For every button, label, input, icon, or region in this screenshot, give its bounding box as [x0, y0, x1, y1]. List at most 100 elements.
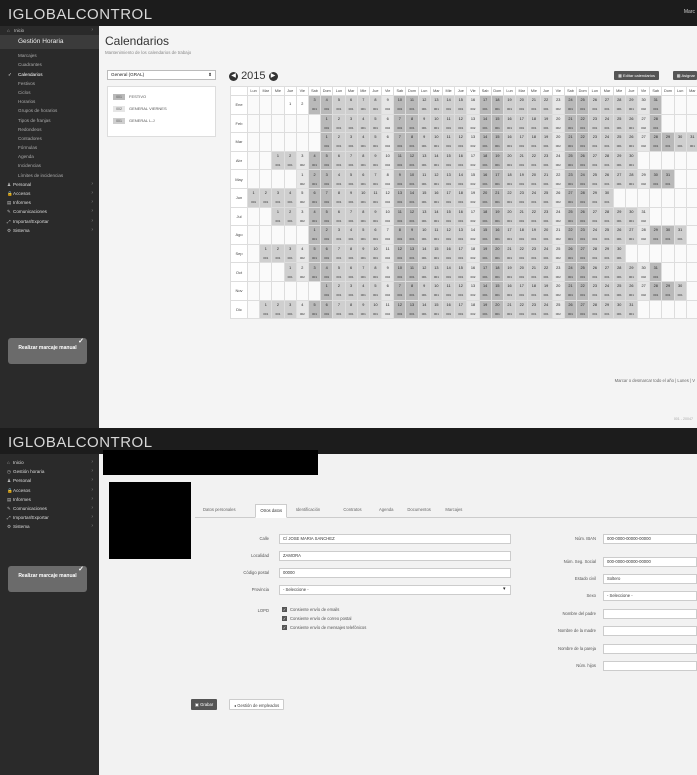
calendar-day-cell[interactable]: 14 001: [441, 95, 456, 115]
calendar-day-cell[interactable]: 4 001: [320, 262, 334, 282]
calendar-day-cell[interactable]: 29 001: [624, 95, 639, 115]
calendar-day-cell[interactable]: 5 001: [344, 169, 358, 189]
calendar-day-cell[interactable]: 25 001: [563, 150, 578, 171]
calendar-day-cell[interactable]: 20 001: [539, 225, 553, 245]
calendar-day-cell[interactable]: 27 001: [588, 206, 602, 227]
calendar-day-cell[interactable]: 21 001: [563, 280, 578, 301]
sidebar-section-5[interactable]: ⚙ Sistema ›: [0, 226, 99, 235]
calendar-day-cell[interactable]: 12 001: [417, 95, 431, 115]
calendar-day-cell[interactable]: 19 001: [490, 206, 504, 227]
calendar-day-cell[interactable]: 10 001: [393, 262, 407, 282]
calendar-day-cell[interactable]: 16 001: [441, 243, 456, 264]
calendar-day-cell[interactable]: 2 001: [332, 280, 346, 301]
calendar-day-cell[interactable]: 12 001: [429, 169, 444, 189]
calendar-day-cell[interactable]: 3 001: [320, 169, 334, 189]
calendar-day-cell[interactable]: 20 002: [551, 280, 565, 301]
calendar-day-cell[interactable]: 15 001: [454, 262, 468, 282]
calendar-day-cell[interactable]: 2 001: [271, 299, 285, 320]
calendar-day-cell[interactable]: 29 002: [636, 169, 651, 189]
legend-item[interactable]: 001 GENERAL L-J: [113, 117, 155, 125]
calendar-day-cell[interactable]: 16 001: [490, 225, 504, 245]
calendar-day-cell[interactable]: 21 001: [563, 132, 578, 152]
calendar-day-cell[interactable]: 8 001: [344, 243, 358, 264]
calendar-day-cell[interactable]: 13 002: [466, 280, 480, 301]
calendar-day-cell[interactable]: 5 001: [307, 299, 322, 320]
calendar-day-cell[interactable]: 19 001: [515, 169, 529, 189]
calendar-day-cell[interactable]: 23 001: [515, 187, 529, 208]
calendar-day-cell[interactable]: 13 001: [454, 225, 468, 245]
calendar-day-cell[interactable]: 1 001: [271, 206, 285, 227]
calendar-day-cell[interactable]: 30 002: [636, 262, 651, 282]
calendar-day-cell[interactable]: 11 001: [405, 95, 419, 115]
calendar-day-cell[interactable]: 22 001: [576, 280, 590, 301]
calendar-day-cell[interactable]: 30 001: [649, 169, 663, 189]
calendar-day-cell[interactable]: 15 001: [429, 243, 444, 264]
sidebar-item-8[interactable]: Redondeos: [0, 125, 99, 134]
field-input[interactable]: - Seleccione -: [279, 585, 511, 595]
calendar-day-cell[interactable]: 16 001: [441, 299, 456, 320]
calendar-day-cell[interactable]: 3 001: [283, 243, 297, 264]
calendar-day-cell[interactable]: 4 001: [356, 132, 370, 152]
calendar-day-cell[interactable]: 18 001: [490, 95, 504, 115]
calendar-day-cell[interactable]: 22 001: [576, 132, 590, 152]
calendar-day-cell[interactable]: 4 001: [307, 150, 322, 171]
calendar-day-cell[interactable]: 14 001: [429, 150, 444, 171]
calendar-day-cell[interactable]: 18 001: [527, 132, 541, 152]
calendar-day-cell[interactable]: 29 001: [600, 243, 614, 264]
calendar-day-cell[interactable]: 2: [295, 95, 309, 115]
lopd-checkbox[interactable]: ✓ Consiente envío de mensajes telefónicos: [282, 625, 366, 631]
calendar-day-cell[interactable]: 25 001: [563, 206, 578, 227]
calendar-day-cell[interactable]: 21 001: [539, 169, 553, 189]
calendar-day-cell[interactable]: 23 001: [588, 113, 602, 134]
calendar-day-cell[interactable]: 15 001: [490, 113, 504, 134]
calendar-day-cell[interactable]: 2 001: [259, 187, 273, 208]
calendar-day-cell[interactable]: 12 001: [417, 262, 431, 282]
calendar-day-cell[interactable]: 24 001: [600, 132, 614, 152]
sidebar-item-12[interactable]: Incidencias: [0, 161, 99, 170]
calendar-day-cell[interactable]: 17 001: [515, 113, 529, 134]
calendar-day-cell[interactable]: 24 001: [600, 280, 614, 301]
calendar-day-cell[interactable]: 16 001: [502, 132, 517, 152]
sidebar-item-4[interactable]: ▤ Informes ›: [0, 495, 99, 504]
calendar-day-cell[interactable]: 26 001: [624, 280, 639, 301]
calendar-day-cell[interactable]: 10 001: [356, 187, 370, 208]
calendar-day-cell[interactable]: 10 002: [381, 206, 395, 227]
calendar-day-cell[interactable]: 30 001: [624, 150, 639, 171]
calendar-day-cell[interactable]: 12 001: [405, 150, 419, 171]
calendar-day-cell[interactable]: 23 001: [563, 169, 578, 189]
calendar-day-cell[interactable]: 11 001: [393, 206, 407, 227]
calendar-day-cell[interactable]: 22 001: [515, 299, 529, 320]
sidebar-section-0[interactable]: ♟ Personal ›: [0, 180, 99, 189]
sidebar-item-1[interactable]: ◷ Gestión horaria ›: [0, 467, 99, 476]
calendar-day-cell[interactable]: 27 001: [624, 225, 639, 245]
calendar-day-cell[interactable]: 13 002: [466, 113, 480, 134]
calendar-day-cell[interactable]: 25 001: [612, 132, 626, 152]
calendar-day-cell[interactable]: 28 001: [588, 299, 602, 320]
sidebar-section-header[interactable]: Gestión Horaria: [0, 35, 99, 50]
calendar-day-cell[interactable]: 10 002: [381, 150, 395, 171]
calendar-day-cell[interactable]: 30 001: [673, 132, 687, 152]
calendar-day-cell[interactable]: 14 001: [478, 113, 492, 134]
calendar-day-cell[interactable]: 2 001: [332, 132, 346, 152]
calendar-day-cell[interactable]: 5 001: [320, 206, 334, 227]
calendar-day-cell[interactable]: 19 001: [502, 262, 517, 282]
calendar-day-cell[interactable]: 3 001: [344, 132, 358, 152]
field-input[interactable]: [603, 626, 697, 636]
calendar-day-cell[interactable]: 28 001: [649, 132, 663, 152]
sidebar-section-1[interactable]: 🔒Accesos ›: [0, 189, 99, 198]
calendar-day-cell[interactable]: 23 001: [527, 299, 541, 320]
calendar-day-cell[interactable]: 19 001: [539, 113, 553, 134]
calendar-day-cell[interactable]: 26 001: [600, 169, 614, 189]
calendar-day-cell[interactable]: 18 001: [478, 150, 492, 171]
calendar-day-cell[interactable]: 26 001: [576, 206, 590, 227]
calendar-day-cell[interactable]: 9 001: [417, 280, 431, 301]
calendar-day-cell[interactable]: 30 001: [661, 225, 675, 245]
calendar-day-cell[interactable]: 23 001: [588, 280, 602, 301]
calendar-day-cell[interactable]: 3 002: [295, 150, 309, 171]
calendar-day-cell[interactable]: 21 001: [515, 150, 529, 171]
manual-punch-button[interactable]: ✓ Realizar marcaje manual: [8, 566, 87, 592]
calendar-day-cell[interactable]: 1 001: [259, 243, 273, 264]
calendar-day-cell[interactable]: 28 001: [600, 206, 614, 227]
calendar-day-cell[interactable]: 6 002: [381, 132, 395, 152]
calendar-day-cell[interactable]: 15 001: [490, 280, 504, 301]
